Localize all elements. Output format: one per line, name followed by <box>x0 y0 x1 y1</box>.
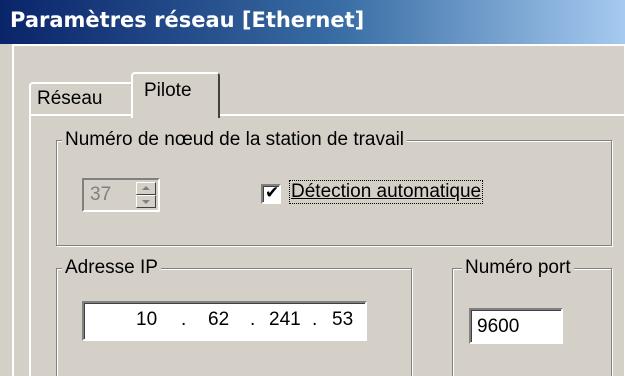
tab-reseau[interactable]: Réseau <box>29 82 133 114</box>
tab-label: Réseau <box>37 88 103 109</box>
title-bar[interactable]: Paramètres réseau [Ethernet] <box>0 0 625 44</box>
dialog-window: Paramètres réseau [Ethernet] Réseau Pilo… <box>0 0 625 376</box>
tab-label: Pilote <box>144 80 192 101</box>
window-title: Paramètres réseau [Ethernet] <box>10 8 365 32</box>
tab-panel <box>29 114 625 376</box>
tab-pilote[interactable]: Pilote <box>131 72 220 118</box>
